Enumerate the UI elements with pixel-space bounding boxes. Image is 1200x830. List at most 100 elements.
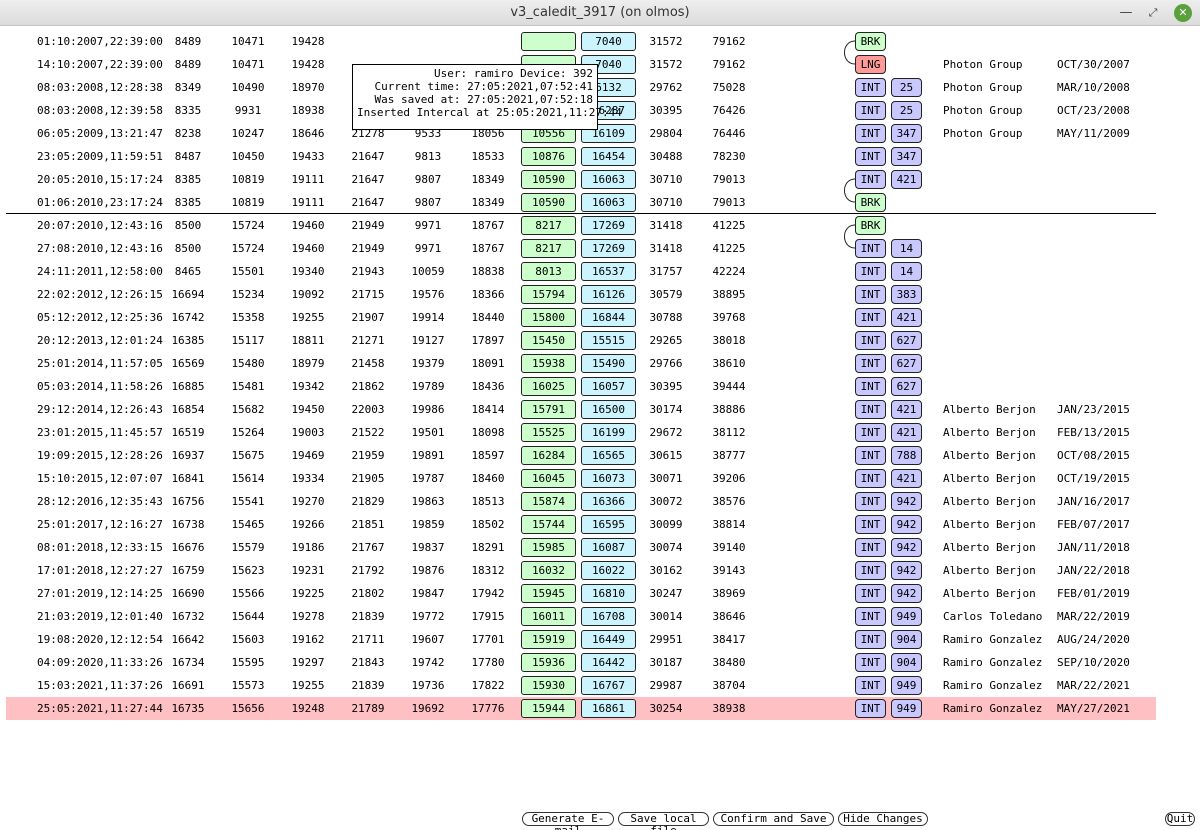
row-type-tag[interactable]: INT [855,124,886,143]
row-editable-value-8[interactable]: 16537 [581,262,636,281]
row-editable-value-7[interactable]: 15938 [521,354,576,373]
row-editable-value-7[interactable]: 15450 [521,331,576,350]
row-interval-tag[interactable]: 627 [891,354,922,373]
row-interval-tag[interactable]: 942 [891,515,922,534]
row-editable-value-8[interactable]: 16500 [581,400,636,419]
row-interval-tag[interactable]: 949 [891,676,922,695]
table-row[interactable]: 19:09:2015,12:28:26 16937 15675 19469 21959 1… [0,444,1160,467]
table-row[interactable]: 15:03:2021,11:37:26 16691 15573 19255 21839 1… [0,674,1160,697]
row-type-tag[interactable]: INT [855,492,886,511]
row-editable-value-8[interactable]: 17269 [581,239,636,258]
row-editable-value-8[interactable]: 7040 [581,32,636,51]
row-editable-value-7[interactable]: 10590 [521,170,576,189]
table-row[interactable]: 28:12:2016,12:35:43 16756 15541 19270 21829 1… [0,490,1160,513]
row-interval-tag[interactable]: 421 [891,423,922,442]
confirm-and-save-button[interactable]: Confirm and Save [713,812,834,826]
table-row[interactable]: 27:01:2019,12:14:25 16690 15566 19225 21802 1… [0,582,1160,605]
row-editable-value-8[interactable]: 16449 [581,630,636,649]
row-editable-value-8[interactable]: 16366 [581,492,636,511]
row-interval-tag[interactable]: 949 [891,699,922,718]
row-editable-value-7[interactable]: 10590 [521,193,576,212]
row-editable-value-7[interactable]: 15525 [521,423,576,442]
row-interval-tag[interactable]: 904 [891,653,922,672]
table-row[interactable]: 29:12:2014,12:26:43 16854 15682 19450 22003 1… [0,398,1160,421]
row-editable-value-7[interactable]: 10876 [521,147,576,166]
table-row[interactable]: 25:01:2014,11:57:05 16569 15480 18979 21458 1… [0,352,1160,375]
table-row[interactable]: 20:12:2013,12:01:24 16385 15117 18811 21271 1… [0,329,1160,352]
row-interval-tag[interactable]: 788 [891,446,922,465]
close-icon[interactable]: ✕ [1174,4,1192,22]
row-interval-tag[interactable]: 25 [891,101,922,120]
row-editable-value-7[interactable]: 15791 [521,400,576,419]
row-editable-value-8[interactable]: 16126 [581,285,636,304]
row-type-tag[interactable]: INT [855,699,886,718]
row-interval-tag[interactable]: 347 [891,147,922,166]
table-row[interactable]: 08:01:2018,12:33:15 16676 15579 19186 21767 1… [0,536,1160,559]
row-editable-value-7[interactable]: 8217 [521,216,576,235]
hide-changes-button[interactable]: Hide Changes [838,812,928,826]
row-type-tag[interactable]: BRK [855,216,886,235]
quit-button[interactable]: Quit [1165,812,1195,826]
table-row[interactable]: 01:10:2007,22:39:00 8489 10471 19428 7040 315… [0,30,1160,53]
table-row[interactable]: 15:10:2015,12:07:07 16841 15614 19334 21905 1… [0,467,1160,490]
row-type-tag[interactable]: INT [855,239,886,258]
row-editable-value-7[interactable]: 15945 [521,584,576,603]
table-row[interactable]: 20:05:2010,15:17:24 8385 10819 19111 21647 98… [0,168,1160,191]
row-interval-tag[interactable]: 14 [891,239,922,258]
table-row[interactable]: 23:05:2009,11:59:51 8487 10450 19433 21647 98… [0,145,1160,168]
row-interval-tag[interactable]: 421 [891,170,922,189]
row-type-tag[interactable]: INT [855,469,886,488]
row-editable-value-8[interactable]: 16595 [581,515,636,534]
generate-email-button[interactable]: Generate E-mail [522,812,614,830]
table-row[interactable]: 19:08:2020,12:12:54 16642 15603 19162 21711 1… [0,628,1160,651]
row-editable-value-8[interactable]: 16565 [581,446,636,465]
row-editable-value-7[interactable]: 16025 [521,377,576,396]
row-editable-value-8[interactable]: 15515 [581,331,636,350]
row-interval-tag[interactable]: 383 [891,285,922,304]
row-editable-value-7[interactable]: 15744 [521,515,576,534]
table-row[interactable]: 04:09:2020,11:33:26 16734 15595 19297 21843 1… [0,651,1160,674]
row-editable-value-8[interactable]: 16861 [581,699,636,718]
row-type-tag[interactable]: INT [855,653,886,672]
row-type-tag[interactable]: INT [855,676,886,695]
row-interval-tag[interactable]: 942 [891,584,922,603]
row-editable-value-7[interactable]: 16032 [521,561,576,580]
row-type-tag[interactable]: INT [855,446,886,465]
row-type-tag[interactable]: INT [855,331,886,350]
table-row[interactable]: 17:01:2018,12:27:27 16759 15623 19231 21792 1… [0,559,1160,582]
row-type-tag[interactable]: INT [855,285,886,304]
row-type-tag[interactable]: INT [855,101,886,120]
table-row[interactable]: 25:05:2021,11:27:44 16735 15656 19248 21789 1… [6,697,1156,720]
row-editable-value-8[interactable]: 16844 [581,308,636,327]
row-editable-value-7[interactable]: 8217 [521,239,576,258]
table-row[interactable]: 05:03:2014,11:58:26 16885 15481 19342 21862 1… [0,375,1160,398]
row-type-tag[interactable]: INT [855,308,886,327]
row-editable-value-7[interactable]: 8013 [521,262,576,281]
row-type-tag[interactable]: BRK [855,32,886,51]
table-row[interactable]: 20:07:2010,12:43:16 8500 15724 19460 21949 99… [0,214,1160,237]
restore-icon[interactable]: ⤢ [1144,4,1162,22]
row-editable-value-8[interactable]: 16022 [581,561,636,580]
row-type-tag[interactable]: INT [855,538,886,557]
row-type-tag[interactable]: INT [855,584,886,603]
row-editable-value-8[interactable]: 15490 [581,354,636,373]
row-interval-tag[interactable]: 942 [891,561,922,580]
row-editable-value-7[interactable]: 15794 [521,285,576,304]
row-editable-value-7[interactable]: 16045 [521,469,576,488]
row-interval-tag[interactable]: 627 [891,377,922,396]
row-editable-value-8[interactable]: 16057 [581,377,636,396]
row-type-tag[interactable]: INT [855,78,886,97]
row-type-tag[interactable]: INT [855,262,886,281]
row-editable-value-7[interactable]: 15800 [521,308,576,327]
row-editable-value-8[interactable]: 16063 [581,193,636,212]
table-row[interactable]: 27:08:2010,12:43:16 8500 15724 19460 21949 99… [0,237,1160,260]
row-interval-tag[interactable]: 347 [891,124,922,143]
row-interval-tag[interactable]: 421 [891,400,922,419]
row-type-tag[interactable]: INT [855,561,886,580]
row-editable-value-7[interactable]: 16011 [521,607,576,626]
row-editable-value-7[interactable]: 15936 [521,653,576,672]
table-row[interactable]: 01:06:2010,23:17:24 8385 10819 19111 21647 98… [0,191,1160,214]
row-type-tag[interactable]: INT [855,170,886,189]
row-editable-value-8[interactable]: 17269 [581,216,636,235]
row-editable-value-8[interactable]: 16767 [581,676,636,695]
